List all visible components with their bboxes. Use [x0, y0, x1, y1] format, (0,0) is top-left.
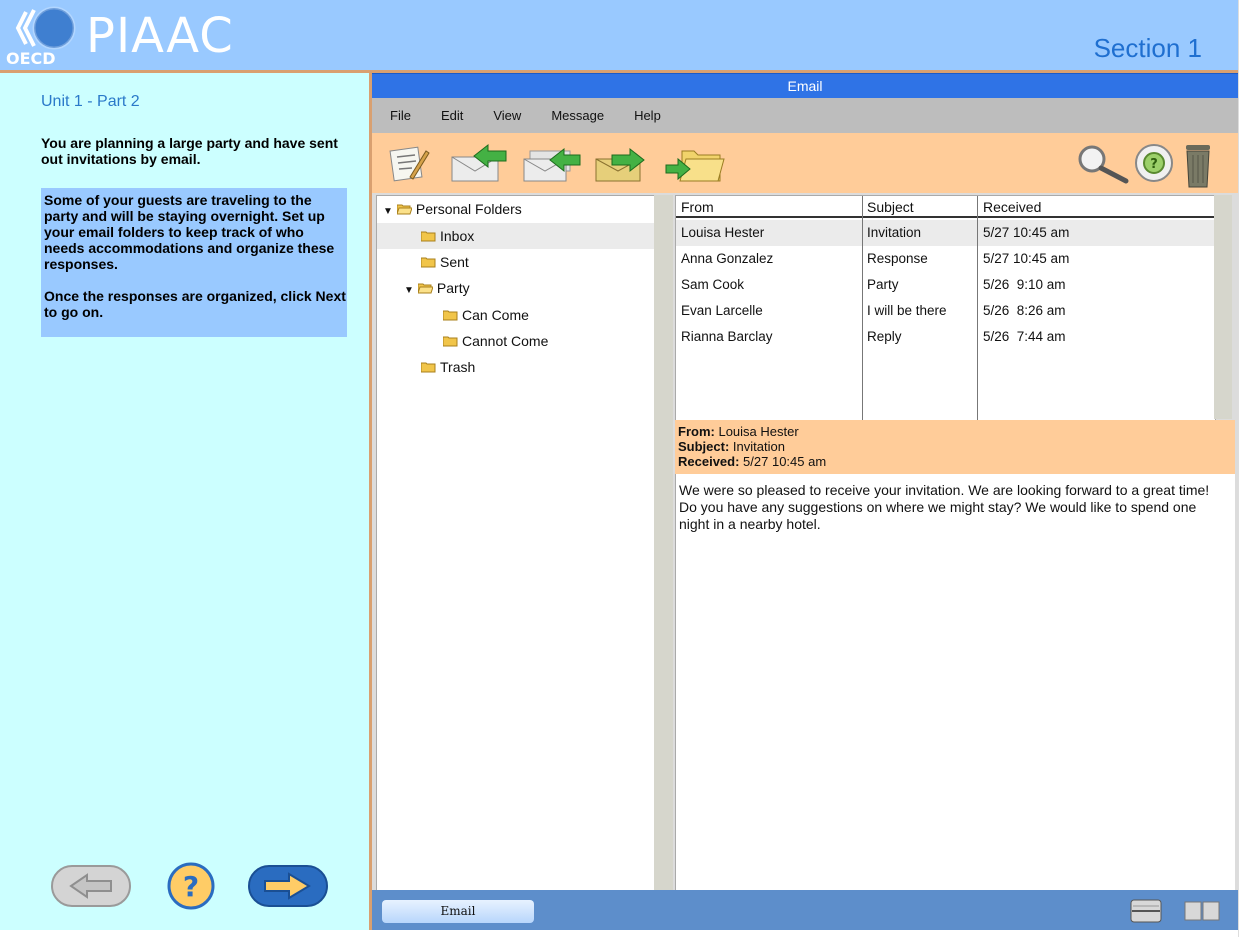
folder-open-icon — [396, 204, 412, 215]
folder-label: Trash — [440, 359, 476, 375]
message-received: 5/27 10:45 am — [983, 251, 1070, 266]
taskbar: Email — [372, 890, 1238, 930]
message-row[interactable]: Sam Cook Party 5/26 9:10 am — [676, 272, 1215, 298]
folder-icon — [421, 231, 436, 242]
message-subject: Response — [867, 251, 928, 266]
move-to-folder-icon[interactable] — [664, 141, 728, 185]
folder-label: Personal Folders — [415, 201, 522, 217]
folder-tree: ▼ Personal Folders Inbox Sent ▼ Party Can … — [376, 195, 655, 892]
next-button[interactable] — [247, 863, 329, 909]
preview-subject: Invitation — [732, 439, 785, 454]
message-received: 5/26 7:44 am — [983, 329, 1066, 344]
message-row[interactable]: Evan Larcelle I will be there 5/26 8:26 … — [676, 298, 1215, 324]
folder-icon — [443, 310, 458, 321]
piaac-title: PIAAC — [86, 8, 234, 64]
folder-trash[interactable]: Trash — [421, 354, 475, 380]
message-subject: Reply — [867, 329, 902, 344]
message-subject: I will be there — [867, 303, 947, 318]
message-from: Sam Cook — [681, 277, 745, 292]
message-from: Evan Larcelle — [681, 303, 763, 318]
folder-label: Cannot Come — [462, 333, 549, 349]
instruction-text-2: Once the responses are organized, click … — [44, 288, 346, 320]
folder-cannot-come[interactable]: Cannot Come — [443, 328, 548, 354]
back-button[interactable] — [51, 863, 131, 909]
column-divider[interactable] — [862, 196, 863, 420]
message-row[interactable]: Louisa Hester Invitation 5/27 10:45 am — [676, 220, 1215, 246]
instruction-text-1: Some of your guests are traveling to the… — [44, 192, 335, 272]
folder-open-icon — [417, 283, 433, 294]
folder-label: Can Come — [462, 307, 529, 323]
message-preview-header: From: Louisa Hester Subject: Invitation … — [675, 420, 1235, 474]
folder-icon — [443, 336, 458, 347]
task-intro: You are planning a large party and have … — [41, 135, 338, 167]
column-header-received[interactable]: Received — [978, 196, 1215, 218]
search-icon[interactable] — [1072, 141, 1132, 185]
folder-can-come[interactable]: Can Come — [443, 302, 529, 328]
message-received: 5/26 8:26 am — [983, 303, 1066, 318]
menu-edit[interactable]: Edit — [441, 108, 463, 123]
message-received: 5/26 9:10 am — [983, 277, 1066, 292]
preview-received-label: Received: — [678, 454, 740, 469]
expand-arrow-icon[interactable]: ▼ — [404, 285, 414, 296]
oecd-logo-text: OECD — [6, 49, 56, 66]
menu-bar: File Edit View Message Help — [372, 98, 1238, 133]
message-from: Anna Gonzalez — [681, 251, 774, 266]
column-divider[interactable] — [977, 196, 978, 420]
help-button[interactable]: ? — [166, 861, 216, 911]
section-label: Section 1 — [1093, 33, 1202, 63]
message-list: From Subject Received Louisa Hester Invi… — [675, 195, 1216, 421]
message-preview-body: We were so pleased to receive your invit… — [675, 474, 1235, 890]
expand-arrow-icon[interactable]: ▼ — [383, 206, 393, 217]
menu-message[interactable]: Message — [551, 108, 604, 123]
reply-icon[interactable] — [448, 141, 512, 185]
menu-help[interactable]: Help — [634, 108, 661, 123]
compose-icon[interactable] — [386, 141, 430, 185]
email-title-bar: Email — [372, 73, 1238, 98]
menu-view[interactable]: View — [493, 108, 521, 123]
page-edge — [1238, 0, 1247, 937]
message-received: 5/27 10:45 am — [983, 225, 1070, 240]
message-subject: Party — [867, 277, 899, 292]
folder-icon — [421, 257, 436, 268]
preview-from-label: From: — [678, 424, 715, 439]
header-bar: OECD PIAAC Section 1 — [0, 0, 1238, 70]
oecd-logo: OECD — [6, 6, 76, 66]
folder-party[interactable]: ▼ Party — [404, 275, 470, 301]
message-list-scrollbar[interactable] — [1214, 195, 1232, 419]
email-window: Email File Edit View Message Help ? ▼ Pe… — [372, 73, 1238, 930]
folder-scrollbar[interactable] — [654, 195, 673, 890]
layout-vertical-icon[interactable] — [1184, 899, 1220, 923]
message-row[interactable]: Rianna Barclay Reply 5/26 7:44 am — [676, 324, 1215, 350]
forward-icon[interactable] — [592, 141, 656, 185]
reply-all-icon[interactable] — [520, 141, 584, 185]
message-row[interactable]: Anna Gonzalez Response 5/27 10:45 am — [676, 246, 1215, 272]
preview-received: 5/27 10:45 am — [743, 454, 827, 469]
column-header-from[interactable]: From — [676, 196, 862, 218]
help-lifebuoy-icon[interactable]: ? — [1132, 141, 1176, 185]
trash-icon[interactable] — [1178, 141, 1218, 189]
folder-label: Inbox — [440, 228, 475, 244]
menu-file[interactable]: File — [390, 108, 411, 123]
message-from: Rianna Barclay — [681, 329, 773, 344]
unit-title: Unit 1 - Part 2 — [41, 93, 140, 110]
task-instructions: Some of your guests are traveling to the… — [41, 188, 347, 337]
message-subject: Invitation — [867, 225, 922, 240]
taskbar-email-tab[interactable]: Email — [382, 900, 534, 923]
folder-sent[interactable]: Sent — [421, 249, 469, 275]
message-from: Louisa Hester — [681, 225, 765, 240]
email-toolbar: ? — [372, 133, 1238, 193]
folder-icon — [421, 362, 436, 373]
question-mark-icon: ? — [183, 870, 199, 903]
folder-label: Sent — [440, 254, 469, 270]
preview-subject-label: Subject: — [678, 439, 730, 454]
folder-label: Party — [436, 280, 470, 296]
layout-horizontal-icon[interactable] — [1130, 899, 1162, 923]
task-panel: Unit 1 - Part 2 You are planning a large… — [0, 73, 369, 930]
preview-from: Louisa Hester — [718, 424, 799, 439]
svg-text:?: ? — [1150, 157, 1158, 172]
folder-personal-folders[interactable]: ▼ Personal Folders — [383, 196, 522, 222]
column-header-subject[interactable]: Subject — [863, 196, 977, 218]
folder-inbox[interactable]: Inbox — [377, 223, 654, 249]
